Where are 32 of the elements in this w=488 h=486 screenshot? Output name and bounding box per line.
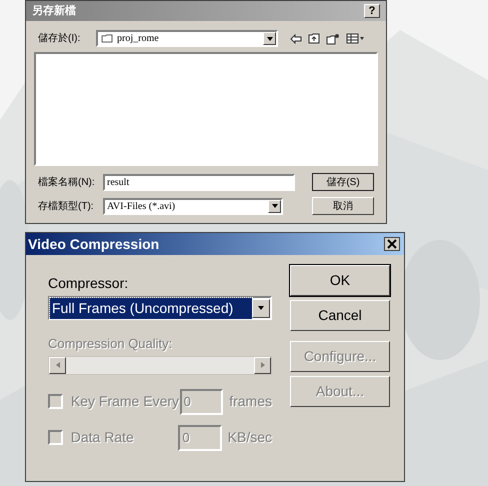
left-arrow-icon [54, 361, 62, 369]
save-in-combobox[interactable]: proj_rome [96, 30, 278, 47]
window-title: 另存新檔 [32, 4, 77, 19]
file-type-combobox[interactable]: AVI-Files (*.avi) [103, 198, 283, 214]
dropdown-arrow-icon [266, 34, 274, 42]
save-in-label: 儲存於(I): [38, 32, 82, 46]
option-label: Key Frame Every [70, 392, 180, 411]
unit-label: frames [229, 392, 272, 411]
unit-label: KB/sec [228, 428, 272, 447]
file-name-label: 檔案名稱(N): [38, 176, 96, 190]
view-menu-icon[interactable] [346, 33, 364, 44]
right-arrow-icon [258, 361, 266, 369]
up-folder-icon[interactable] [308, 33, 320, 44]
window-title: Video Compression [28, 234, 160, 254]
file-name-field[interactable]: result [103, 174, 295, 190]
folder-icon [101, 34, 114, 43]
option-label: Data Rate [70, 428, 135, 447]
ok-button[interactable]: OK [290, 265, 390, 296]
back-icon[interactable] [290, 34, 302, 44]
quality-label: Compression Quality: [48, 335, 174, 353]
help-button[interactable]: ? [364, 4, 380, 18]
cancel-button[interactable]: Cancel [290, 300, 390, 331]
compressor-label: Compressor: [48, 274, 130, 293]
save-button[interactable]: 儲存(S) [312, 173, 374, 191]
cancel-button[interactable]: 取消 [312, 197, 374, 215]
file-list[interactable] [34, 52, 378, 166]
file-type-label: 存檔類型(T): [38, 200, 95, 214]
dropdown-arrow-icon [270, 202, 278, 210]
compressor-combobox[interactable]: Full Frames (Uncompressed) [48, 296, 272, 320]
dropdown-arrow-icon [257, 304, 265, 312]
new-folder-icon[interactable] [326, 32, 340, 44]
close-icon[interactable] [384, 237, 400, 251]
